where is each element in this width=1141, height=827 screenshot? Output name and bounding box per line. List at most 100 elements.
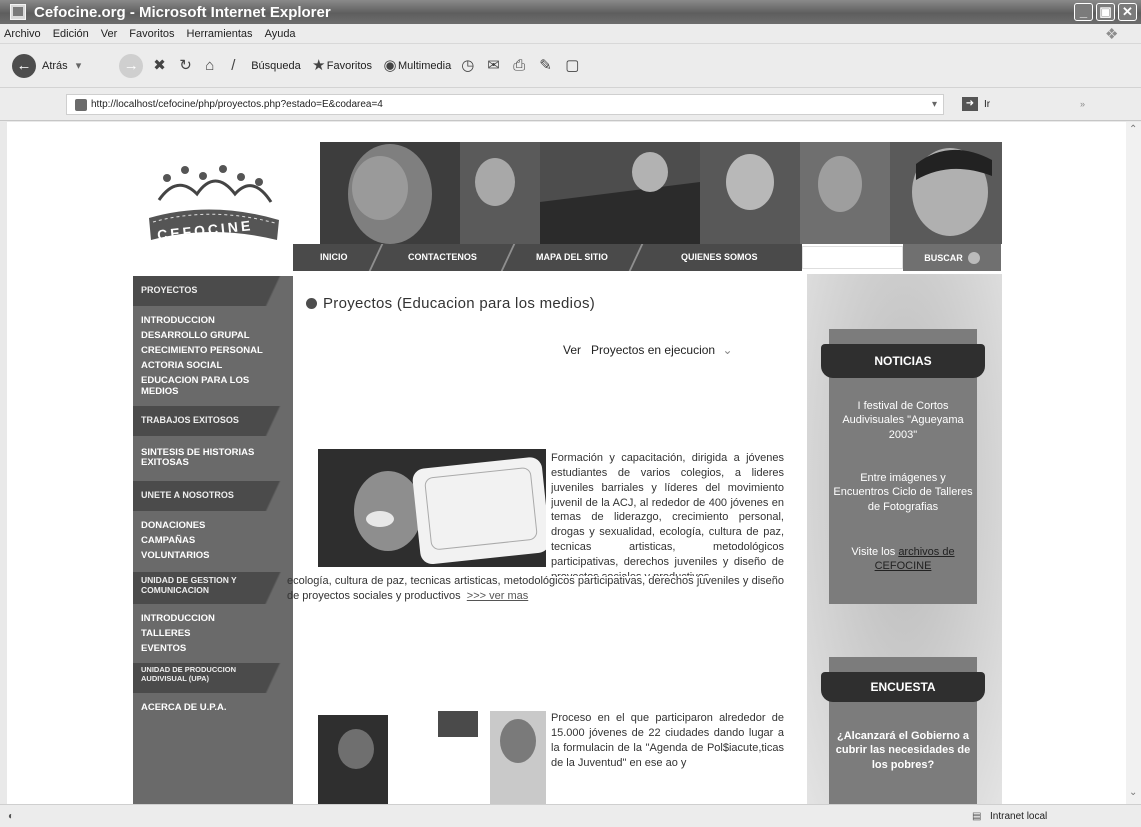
sidebar-item-talleres[interactable]: TALLERES — [133, 627, 293, 642]
maximize-button[interactable]: ▣ — [1096, 3, 1115, 21]
project2-text: Proceso en el que participaron alrededor… — [551, 712, 784, 769]
project1-text: Formación y capacitación, dirigida a jóv… — [551, 452, 784, 576]
edit-icon[interactable]: ✎ — [539, 57, 555, 74]
sidebar-item-desarrollo-grupal[interactable]: DESARROLLO GRUPAL — [133, 329, 293, 344]
page-title: Proyectos (Educacion para los medios) — [306, 295, 595, 312]
news-item-1[interactable]: I festival de Cortos Audivisuales "Aguey… — [833, 399, 973, 442]
menu-bar: Archivo Edición Ver Favoritos Herramient… — [0, 24, 1141, 44]
favorites-toolbar-button[interactable]: ★ Favoritos — [311, 56, 373, 74]
nav-mapa-del-sitio[interactable]: MAPA DEL SITIO — [502, 244, 644, 271]
project-status-filter[interactable]: Ver Proyectos en ejecucion ⌄ — [563, 343, 733, 357]
window-title: Cefocine.org - Microsoft Internet Explor… — [34, 3, 331, 21]
minimize-button[interactable]: _ — [1074, 3, 1093, 21]
windows-flag-icon: ❖ — [1105, 26, 1119, 43]
address-dropdown-icon[interactable]: ▾ — [932, 99, 937, 110]
separator-icon: / — [231, 56, 236, 74]
menu-ayuda[interactable]: Ayuda — [265, 28, 296, 40]
sidebar-item-introduccion[interactable]: INTRODUCCION — [133, 314, 293, 329]
forward-arrow-icon: → — [119, 53, 144, 78]
print-icon[interactable]: ⎙ — [513, 57, 529, 74]
sidebar-item-actoria-social[interactable]: ACTORIA SOCIAL — [133, 359, 293, 374]
nav-inicio[interactable]: INICIO — [286, 244, 384, 271]
star-icon: ★ — [312, 56, 326, 74]
multimedia-toolbar-button[interactable]: ◉ Multimedia — [382, 57, 452, 74]
window-titlebar: Cefocine.org - Microsoft Internet Explor… — [0, 0, 1141, 24]
refresh-icon[interactable]: ↻ — [179, 57, 195, 74]
poll-box: ENCUESTA ¿Alcanzará el Gobierno a cubrir… — [821, 657, 985, 804]
menu-herramientas[interactable]: Herramientas — [187, 28, 253, 40]
sidebar-item-eventos[interactable]: EVENTOS — [133, 642, 293, 657]
sidebar-item-acerca-upa[interactable]: ACERCA DE U.P.A. — [133, 701, 293, 716]
sidebar-item-campanas[interactable]: CAMPAÑAS — [133, 534, 293, 549]
sidebar-item-donaciones[interactable]: DONACIONES — [133, 519, 293, 534]
site-search-input[interactable] — [802, 246, 903, 269]
page-title-text: Proyectos (Educacion para los medios) — [323, 295, 596, 312]
intranet-icon: ▤ — [972, 810, 982, 822]
nav-contactenos[interactable]: CONTACTENOS — [370, 244, 516, 271]
home-icon[interactable]: ⌂ — [205, 57, 221, 74]
discuss-icon[interactable]: ▢ — [565, 57, 581, 74]
filter-label: Ver — [563, 343, 582, 357]
back-button[interactable]: ← Atrás ▾ — [12, 53, 82, 78]
sidebar-item-introduccion-2[interactable]: INTRODUCCION — [133, 612, 293, 627]
project1-text-continued: ecología, cultura de paz, tecnicas artis… — [287, 574, 784, 604]
sidebar-head-proyectos[interactable]: PROYECTOS — [133, 276, 293, 306]
news-archive-line: Visite los archivos de CEFOCINE — [833, 545, 973, 574]
scroll-up-icon[interactable]: ⌃ — [1129, 124, 1137, 135]
address-url: http://localhost/cefocine/php/proyectos.… — [91, 99, 383, 110]
sidebar-item-crecimiento-personal[interactable]: CRECIMIENTO PERSONAL — [133, 344, 293, 359]
sidebar-head-gestion[interactable]: UNIDAD DE GESTION Y COMUNICACION — [133, 572, 293, 605]
news-box: NOTICIAS I festival de Cortos Audivisual… — [821, 329, 985, 604]
chevron-down-icon: ▾ — [75, 60, 82, 72]
sidebar-item-sintesis-historias[interactable]: SINTESIS DE HISTORIAS EXITOSAS — [133, 446, 283, 472]
search-button-label: BUSCAR — [924, 252, 963, 263]
address-input[interactable]: http://localhost/cefocine/php/proyectos.… — [66, 94, 944, 115]
sidebar: PROYECTOS INTRODUCCION DESARROLLO GRUPAL… — [133, 276, 293, 804]
chevron-down-icon: ⌄ — [722, 343, 733, 357]
ie-app-icon — [10, 4, 26, 20]
stop-icon[interactable]: ✖ — [153, 57, 169, 74]
poll-heading: ENCUESTA — [821, 672, 985, 702]
main-nav: INICIO CONTACTENOS MAPA DEL SITIO QUIENE… — [286, 244, 802, 271]
poll-question: ¿Alcanzará el Gobierno a cubrir las nece… — [835, 730, 971, 771]
menu-edicion[interactable]: Edición — [53, 28, 89, 40]
menu-archivo[interactable]: Archivo — [4, 28, 41, 40]
menu-ver[interactable]: Ver — [101, 28, 118, 40]
project2-photo — [318, 711, 546, 804]
nav-quienes-somos[interactable]: QUIENES SOMOS — [631, 244, 809, 271]
project1-text-wrap: Formación y capacitación, dirigida a jóv… — [551, 451, 784, 576]
project1-more-link[interactable]: >>> ver mas — [467, 590, 528, 602]
sidebar-head-unete[interactable]: UNETE A NOSOTROS — [133, 481, 293, 512]
page-icon — [75, 98, 87, 111]
address-bar: http://localhost/cefocine/php/proyectos.… — [0, 88, 1141, 121]
sidebar-head-produccion[interactable]: UNIDAD DE PRODUCCION AUDIVISUAL (UPA) — [133, 662, 293, 693]
toolbar: ← Atrás ▾ → ✖ ↻ ⌂ / Búsqueda ★ Favoritos… — [0, 44, 1141, 88]
links-toolbar-chevron[interactable]: » — [1080, 99, 1085, 109]
mail-icon[interactable]: ✉ — [487, 57, 503, 74]
project1-photo — [318, 449, 546, 567]
bullet-icon — [306, 298, 317, 309]
news-heading: NOTICIAS — [821, 344, 985, 378]
project2-text-wrap: Proceso en el que participaron alrededor… — [551, 711, 784, 804]
site-search-button[interactable]: BUSCAR — [903, 244, 1001, 271]
scroll-down-icon[interactable]: ⌄ — [1129, 787, 1137, 798]
news-visit-prefix: Visite los — [851, 546, 896, 558]
sidebar-item-voluntarios[interactable]: VOLUNTARIOS — [133, 549, 293, 564]
favorites-label: Favoritos — [326, 59, 373, 72]
search-label: Búsqueda — [251, 59, 301, 72]
vertical-scrollbar[interactable]: ⌃ ⌄ — [1126, 122, 1141, 804]
history-icon[interactable]: ◷ — [461, 57, 477, 74]
project1-text-tail: ecología, cultura de paz, tecnicas artis… — [287, 575, 784, 602]
filter-value: Proyectos en ejecucion — [591, 343, 716, 357]
search-toolbar-button[interactable]: Búsqueda — [251, 60, 301, 72]
news-item-2[interactable]: Entre imágenes y Encuentros Ciclo de Tal… — [833, 471, 973, 514]
sidebar-item-educacion-medios[interactable]: EDUCACION PARA LOS MEDIOS — [133, 374, 283, 400]
forward-button[interactable]: → — [119, 53, 144, 78]
go-button[interactable]: ➜ Ir — [962, 97, 990, 111]
menu-favoritos[interactable]: Favoritos — [129, 28, 174, 40]
multimedia-label: Multimedia — [398, 59, 452, 72]
status-zone: Intranet local — [990, 810, 1048, 822]
sidebar-head-trabajos-exitosos[interactable]: TRABAJOS EXITOSOS — [133, 405, 293, 436]
close-button[interactable]: ✕ — [1118, 3, 1137, 21]
status-bar: ◐ ▤ Intranet local — [0, 804, 1141, 827]
